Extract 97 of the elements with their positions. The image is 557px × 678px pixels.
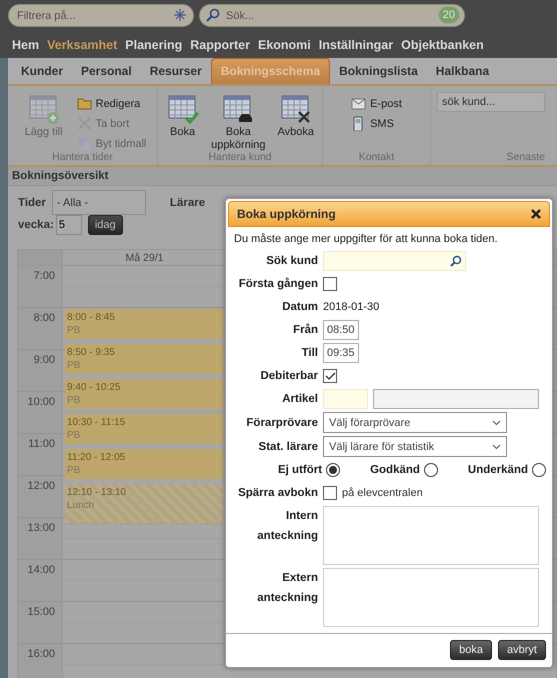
menu-item[interactable]: Ekonomi xyxy=(258,38,311,58)
times-select[interactable]: - Alla - xyxy=(52,190,146,216)
menu-item[interactable]: Rapporter xyxy=(190,38,250,58)
chevron-down-icon xyxy=(492,444,501,450)
event-time: 8:50 - 9:35 xyxy=(67,346,116,360)
event-label: PB xyxy=(67,429,82,442)
radio-label: Underkänd xyxy=(468,464,528,476)
event-time: 10:30 - 11:15 xyxy=(67,416,126,430)
radio-label: Ej utfört xyxy=(278,464,322,476)
ribbon-button[interactable]: E-post xyxy=(351,96,402,111)
close-icon[interactable] xyxy=(531,209,541,219)
search-icon xyxy=(206,8,220,22)
hour-label: 14:00 xyxy=(18,560,62,602)
note-field[interactable] xyxy=(323,568,539,627)
group-title: Hantera kund xyxy=(207,151,273,164)
time-field[interactable]: 09:35 xyxy=(323,343,359,363)
field-label: Debiterbar xyxy=(259,369,318,383)
hour-label: 12:00 xyxy=(18,476,62,518)
field-label: Intern anteckning xyxy=(256,509,318,544)
checkbox-caption: på elevcentralen xyxy=(342,487,423,499)
hour-label: 16:00 xyxy=(18,644,62,678)
sparkle-icon xyxy=(173,8,187,22)
radio-label: Godkänd xyxy=(370,464,420,476)
event-time: 12:10 - 13:10 xyxy=(67,486,127,500)
event-label: PB xyxy=(67,394,82,408)
radio-button[interactable] xyxy=(424,463,438,477)
radio-button[interactable] xyxy=(532,463,546,477)
field-label: Från xyxy=(292,323,318,337)
mail-icon xyxy=(351,96,366,111)
dialog-title: Boka uppkörning xyxy=(237,207,336,221)
field-label: Extern anteckning xyxy=(256,571,318,606)
filter-label: Tider xyxy=(18,196,46,209)
hour-label: 8:00 xyxy=(18,308,62,350)
hour-label: 11:00 xyxy=(18,434,62,476)
folder-icon xyxy=(76,96,92,111)
event-label: PB xyxy=(67,324,82,338)
group-title: Kontakt xyxy=(358,151,396,164)
menu-item[interactable]: Inställningar xyxy=(318,38,394,58)
ribbon-button[interactable]: Avboka xyxy=(276,92,316,152)
select-field[interactable]: Välj förarprövare xyxy=(323,412,507,433)
hour-label: 13:00 xyxy=(18,518,62,560)
filter-field[interactable]: Filtrera på... xyxy=(8,4,194,27)
section-header: Bokningsöversikt xyxy=(8,167,557,186)
field-label: Förarprövare xyxy=(245,416,318,430)
select-field[interactable]: Välj lärare för statistik xyxy=(323,436,507,457)
checkbox[interactable] xyxy=(323,369,337,383)
filter-label: Lärare xyxy=(170,196,206,209)
field-label: Till xyxy=(300,346,318,360)
field-label: Spärra avbokn xyxy=(237,486,318,500)
event-time: 8:00 - 8:45 xyxy=(67,311,116,324)
today-button[interactable]: idag xyxy=(88,215,123,236)
customer-search-field[interactable]: sök kund... xyxy=(437,92,545,112)
field-label: Första gången xyxy=(238,277,318,291)
time-field[interactable]: 08:50 xyxy=(323,320,359,340)
checkbox[interactable] xyxy=(323,486,337,500)
field-label: Sök kund xyxy=(265,254,318,268)
menu-item[interactable]: Planering xyxy=(125,38,182,58)
event-label: PB xyxy=(67,464,82,478)
dialog-message: Du måste ange mer uppgifter för att kunna boka tiden. xyxy=(234,233,499,245)
week-field[interactable]: 5 xyxy=(56,215,82,236)
article-code-field[interactable] xyxy=(323,389,368,409)
note-field[interactable] xyxy=(323,506,539,565)
cancel-button[interactable]: avbryt xyxy=(498,640,546,660)
week-label: vecka: xyxy=(18,219,54,232)
event-time: 11:20 - 12:05 xyxy=(67,451,126,464)
field-label: Artikel xyxy=(281,392,318,406)
hour-label: 9:00 xyxy=(18,350,62,392)
tab[interactable]: Bokningslista xyxy=(330,59,427,84)
article-name-field[interactable] xyxy=(373,389,539,409)
menu-item[interactable]: Hem xyxy=(12,38,40,58)
ribbon-button[interactable]: Redigera xyxy=(76,96,146,111)
ribbon-button[interactable]: Boka xyxy=(164,92,202,152)
tab[interactable]: Kunder xyxy=(12,59,72,84)
field-label: Stat. lärare xyxy=(258,440,318,454)
event-label: Lunch xyxy=(67,499,96,512)
field-label: Datum xyxy=(281,300,318,314)
date-value: 2018-01-30 xyxy=(323,301,380,313)
event-label: PB xyxy=(67,359,82,372)
hour-label: 15:00 xyxy=(18,602,62,644)
search-icon xyxy=(450,255,462,267)
tab[interactable]: Resurser xyxy=(140,59,211,84)
checkbox[interactable] xyxy=(323,277,337,291)
ribbon-button[interactable]: Boka uppkörning xyxy=(209,92,268,152)
radio-button[interactable] xyxy=(326,463,340,477)
group-title: Hantera tider xyxy=(51,151,114,164)
hour-label: 10:00 xyxy=(18,392,62,434)
hour-label: 7:00 xyxy=(18,266,62,308)
menu-item[interactable]: Objektbanken xyxy=(401,38,484,58)
tab[interactable]: Personal xyxy=(72,59,141,84)
day-header: Må 29/1 xyxy=(124,251,164,266)
event-time: 9:40 - 10:25 xyxy=(67,381,122,394)
menu-item[interactable]: Verksamhet xyxy=(47,38,118,58)
chevron-down-icon xyxy=(492,420,501,426)
book-button[interactable]: boka xyxy=(450,640,492,660)
ribbon-button[interactable]: SMS xyxy=(351,116,402,131)
tab[interactable]: Halkbana xyxy=(426,59,498,84)
group-title: Senaste xyxy=(505,151,545,164)
